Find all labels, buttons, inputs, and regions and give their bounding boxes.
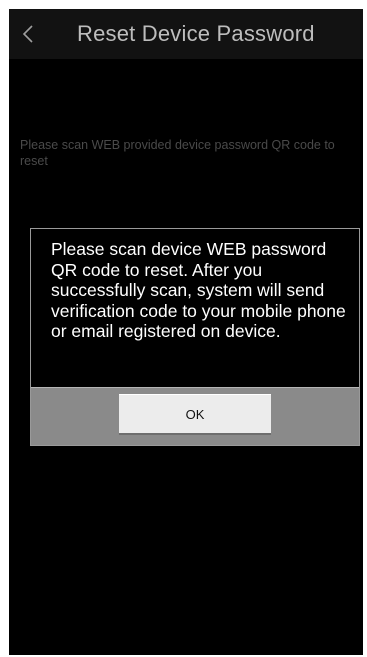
chevron-left-icon: [22, 24, 34, 44]
instruction-text: Please scan WEB provided device password…: [20, 138, 335, 168]
title-bar: Reset Device Password: [9, 9, 363, 59]
page-title: Reset Device Password: [77, 21, 315, 46]
alert-dialog: Please scan device WEB password QR code …: [30, 228, 360, 446]
back-button[interactable]: [9, 9, 47, 59]
app-screen: Reset Device Password Please scan WEB pr…: [9, 9, 363, 655]
dialog-message: Please scan device WEB password QR code …: [51, 239, 346, 341]
dialog-button-bar: OK: [31, 387, 359, 445]
ok-button[interactable]: OK: [119, 394, 271, 435]
